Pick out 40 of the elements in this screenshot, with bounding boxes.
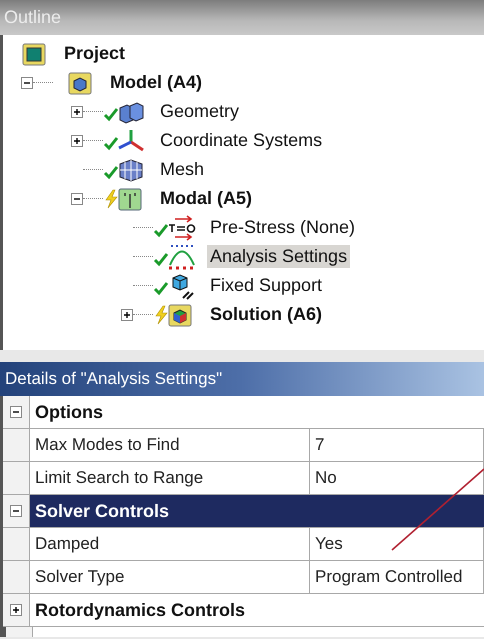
expand-toggle[interactable] [121,308,133,320]
group-header[interactable]: Rotordynamics Controls [30,594,484,626]
tree-item[interactable]: Solution (A6) [207,303,325,326]
solution-folder-icon [167,302,193,328]
group-header[interactable]: Options [30,396,484,428]
expand-toggle[interactable] [71,134,83,146]
cube-folder-icon [67,70,93,96]
property-value[interactable]: Program Controlled [310,561,484,593]
tree-item[interactable]: Geometry [157,100,242,123]
project-icon [21,40,47,66]
property-name: Max Modes to Find [30,429,310,461]
folder-icon [117,186,143,212]
property-name: Limit Search to Range [30,462,310,494]
tree-item[interactable]: Model (A4) [107,71,205,94]
tree-item[interactable]: Fixed Support [207,274,326,297]
collapse-toggle[interactable] [10,505,22,517]
axes-icon [117,128,145,154]
curve-icon [167,244,197,270]
tree-item[interactable]: Modal (A5) [157,187,255,210]
group-header[interactable]: Solver Controls [30,495,484,527]
tree-item[interactable]: Mesh [157,158,208,181]
prestress-icon [167,214,197,240]
property-value[interactable]: 7 [310,429,484,461]
expand-toggle[interactable] [71,106,83,118]
mesh-icon [117,158,145,182]
blocks-icon [117,100,145,124]
tree-item[interactable]: Pre-Stress (None) [207,216,358,239]
property-name: Damped [30,528,310,560]
tree-item[interactable]: Analysis Settings [207,245,350,268]
tree-item[interactable]: Project [61,42,128,65]
property-value[interactable]: No [310,462,484,494]
panel-title: Outline [4,7,62,28]
panel-title: Details of "Analysis Settings" [5,369,222,389]
property-value[interactable]: Yes [310,528,484,560]
collapse-toggle[interactable] [10,406,22,418]
tree-item[interactable]: Coordinate Systems [157,129,326,152]
property-name: Solver Type [30,561,310,593]
collapse-toggle[interactable] [71,192,83,204]
expand-toggle[interactable] [10,604,22,616]
collapse-toggle[interactable] [21,76,33,88]
